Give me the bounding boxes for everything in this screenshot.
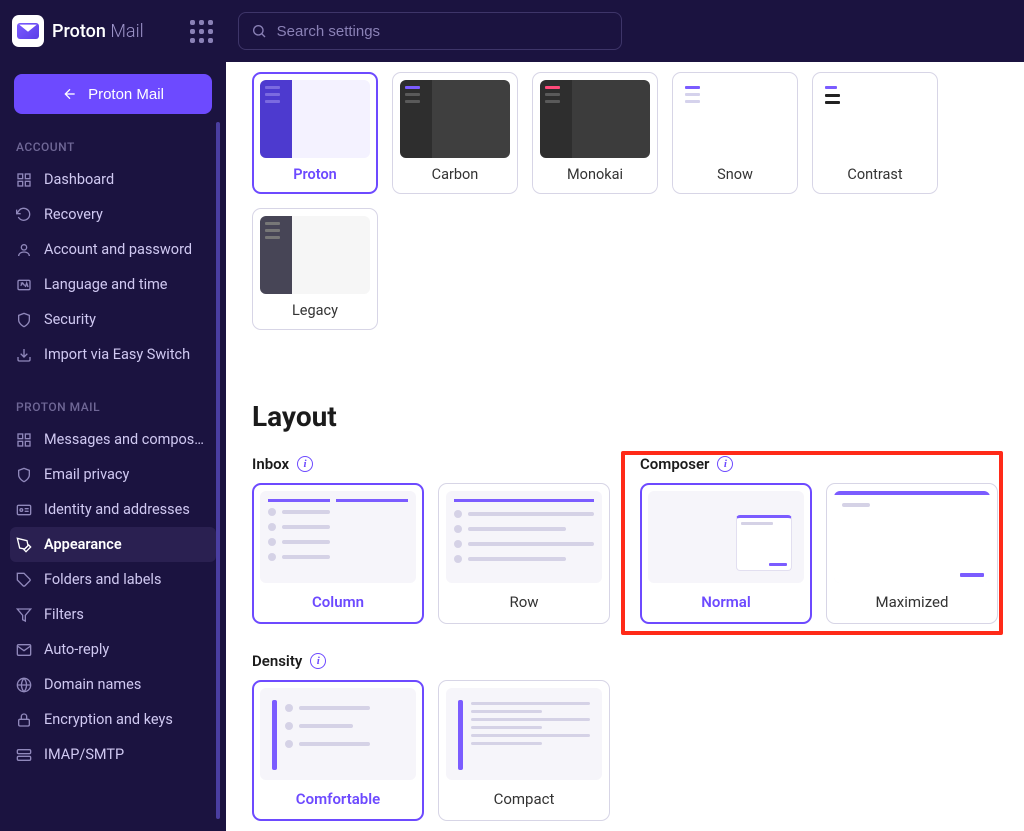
card-icon [16, 502, 32, 518]
sidebar-item-identity[interactable]: Identity and addresses [10, 492, 216, 527]
brand-label: Proton Mail [52, 21, 144, 42]
theme-row-2: Legacy [252, 208, 998, 330]
sidebar-item-folders[interactable]: Folders and labels [10, 562, 216, 597]
logo-mark [12, 15, 44, 47]
theme-preview [260, 216, 370, 294]
density-option-compact[interactable]: Compact [438, 680, 610, 821]
back-button[interactable]: Proton Mail [14, 74, 212, 114]
app-switcher-icon[interactable] [188, 17, 216, 45]
main-content: Proton Carbon Monokai Snow Contrast [226, 62, 1024, 831]
inbox-option-row[interactable]: Row [438, 483, 610, 624]
funnel-icon [16, 607, 32, 623]
topbar: Proton Mail [0, 0, 1024, 62]
sidebar-item-recovery[interactable]: Recovery [10, 197, 216, 232]
section-title-layout: Layout [252, 400, 998, 433]
section-heading-account: ACCOUNT [10, 132, 216, 162]
sidebar-item-dashboard[interactable]: Dashboard [10, 162, 216, 197]
globe-icon [16, 677, 32, 693]
sidebar-item-filters[interactable]: Filters [10, 597, 216, 632]
section-heading-protonmail: PROTON MAIL [10, 392, 216, 422]
envelope-icon [16, 642, 32, 658]
composer-option-normal[interactable]: Normal [640, 483, 812, 624]
option-preview [446, 491, 602, 583]
option-preview [260, 688, 416, 780]
sidebar-item-appearance[interactable]: Appearance [10, 527, 216, 562]
theme-label: Monokai [540, 164, 650, 183]
option-preview [834, 491, 990, 583]
sidebar-item-autoreply[interactable]: Auto-reply [10, 632, 216, 667]
composer-option-maximized[interactable]: Maximized [826, 483, 998, 624]
layout-composer-group: Composer i Normal [640, 455, 998, 624]
lock-icon [16, 712, 32, 728]
sidebar-item-email-privacy[interactable]: Email privacy [10, 457, 216, 492]
density-option-comfortable[interactable]: Comfortable [252, 680, 424, 821]
theme-preview [680, 80, 790, 158]
sidebar-item-encryption[interactable]: Encryption and keys [10, 702, 216, 737]
user-icon [16, 242, 32, 258]
theme-preview [400, 80, 510, 158]
theme-card-contrast[interactable]: Contrast [812, 72, 938, 194]
theme-card-legacy[interactable]: Legacy [252, 208, 378, 330]
option-label: Maximized [834, 591, 990, 611]
option-preview [446, 688, 602, 780]
search-icon [251, 23, 267, 39]
theme-card-proton[interactable]: Proton [252, 72, 378, 194]
option-label: Compact [446, 788, 602, 808]
theme-label: Proton [260, 164, 370, 183]
tag-icon [16, 572, 32, 588]
layout-density-group: Density i Comfortable Compact [252, 652, 998, 821]
grid-icon [16, 432, 32, 448]
theme-label: Snow [680, 164, 790, 183]
sidebar-item-security[interactable]: Security [10, 302, 216, 337]
sidebar-item-domain[interactable]: Domain names [10, 667, 216, 702]
shield-icon [16, 467, 32, 483]
theme-card-carbon[interactable]: Carbon [392, 72, 518, 194]
layout-inbox-group: Inbox i Column [252, 455, 610, 624]
arrow-left-icon [62, 86, 78, 102]
density-label: Density i [252, 652, 998, 670]
theme-label: Legacy [260, 300, 370, 319]
theme-preview [820, 80, 930, 158]
import-icon [16, 347, 32, 363]
option-preview [648, 491, 804, 583]
info-icon[interactable]: i [310, 653, 326, 669]
search-input[interactable] [277, 23, 609, 40]
brand-logo[interactable]: Proton Mail [12, 15, 144, 47]
info-icon[interactable]: i [297, 456, 313, 472]
theme-row-1: Proton Carbon Monokai Snow Contrast [252, 72, 998, 194]
shield-icon [16, 312, 32, 328]
theme-label: Contrast [820, 164, 930, 183]
sidebar-item-language-time[interactable]: Language and time [10, 267, 216, 302]
theme-card-snow[interactable]: Snow [672, 72, 798, 194]
inbox-option-column[interactable]: Column [252, 483, 424, 624]
sidebar-item-import[interactable]: Import via Easy Switch [10, 337, 216, 372]
grid-icon [16, 172, 32, 188]
theme-preview [260, 80, 370, 158]
sidebar: Proton Mail ACCOUNT Dashboard Recovery A… [0, 62, 226, 831]
inbox-label: Inbox i [252, 455, 610, 473]
sidebar-item-imap[interactable]: IMAP/SMTP [10, 737, 216, 772]
theme-label: Carbon [400, 164, 510, 183]
search-field[interactable] [238, 12, 622, 50]
rotate-icon [16, 207, 32, 223]
option-label: Comfortable [260, 788, 416, 808]
composer-label: Composer i [640, 455, 998, 473]
theme-preview [540, 80, 650, 158]
brush-icon [16, 537, 32, 553]
option-preview [260, 491, 416, 583]
sidebar-item-messages[interactable]: Messages and composi… [10, 422, 216, 457]
option-label: Column [260, 591, 416, 611]
option-label: Row [446, 591, 602, 611]
option-label: Normal [648, 591, 804, 611]
info-icon[interactable]: i [717, 456, 733, 472]
sidebar-item-account-password[interactable]: Account and password [10, 232, 216, 267]
lang-icon [16, 277, 32, 293]
theme-card-monokai[interactable]: Monokai [532, 72, 658, 194]
server-icon [16, 747, 32, 763]
